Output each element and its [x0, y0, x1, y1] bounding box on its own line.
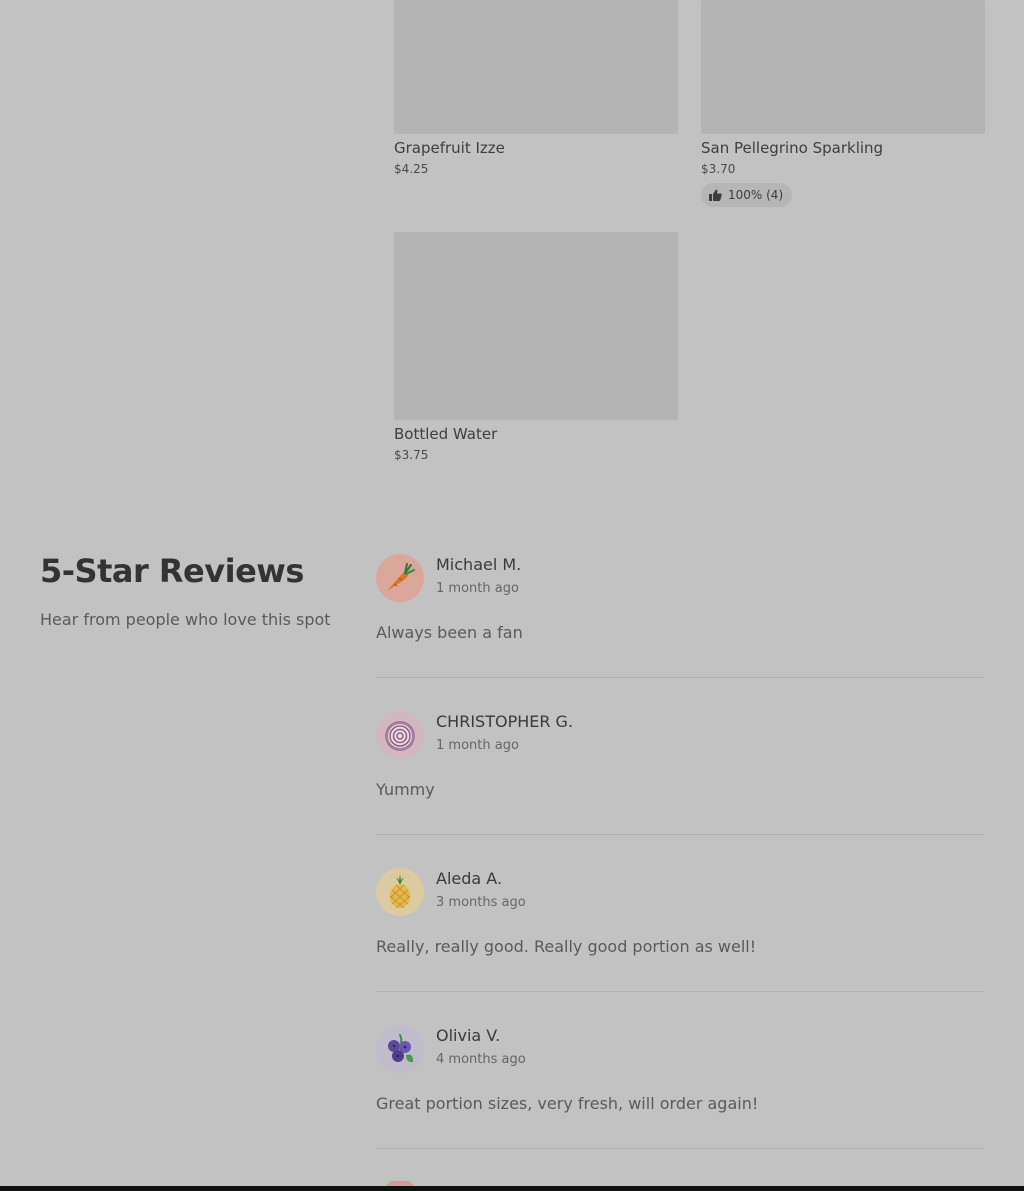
product-card-grapefruit-izze[interactable]: Grapefruit Izze $4.25: [394, 0, 678, 176]
review-item: Michael M. 1 month ago Always been a fan: [376, 554, 984, 711]
review-text: Really, really good. Really good portion…: [376, 937, 757, 956]
reviewer-name: Aleda A.: [436, 869, 503, 888]
avatar: [376, 554, 424, 602]
review-item: Aleda A. 3 months ago Really, really goo…: [376, 868, 984, 1025]
avatar: [376, 711, 424, 759]
review-item: CHRISTOPHER G. 1 month ago Yummy: [376, 711, 984, 868]
reviews-subtitle: Hear from people who love this spot: [40, 610, 331, 629]
divider: [376, 834, 984, 835]
review-text: Great portion sizes, very fresh, will or…: [376, 1094, 759, 1113]
divider: [376, 991, 984, 992]
avatar: [376, 868, 424, 916]
bottom-bar: [0, 1186, 1024, 1191]
reviewer-name: Olivia V.: [436, 1026, 501, 1045]
product-image[interactable]: [394, 232, 678, 420]
product-price: $3.75: [394, 448, 429, 462]
review-time: 1 month ago: [436, 581, 519, 596]
product-price: $3.70: [701, 162, 736, 176]
product-price: $4.25: [394, 162, 429, 176]
product-name: Grapefruit Izze: [394, 139, 505, 157]
thumbs-up-icon: [709, 189, 722, 201]
blueberry-icon: [388, 1034, 414, 1063]
product-card-san-pellegrino[interactable]: San Pellegrino Sparkling $3.70 100% (4): [701, 0, 985, 207]
avatar: [376, 1025, 424, 1073]
review-time: 3 months ago: [436, 895, 526, 910]
product-name: San Pellegrino Sparkling: [701, 139, 884, 157]
divider: [376, 1148, 984, 1149]
review-time: 1 month ago: [436, 738, 519, 753]
product-image[interactable]: [701, 0, 985, 134]
review-item: Olivia V. 4 months ago Great portion siz…: [376, 1025, 984, 1182]
review-time: 4 months ago: [436, 1052, 526, 1067]
product-name: Bottled Water: [394, 425, 498, 443]
rating-text: 100% (4): [728, 188, 784, 202]
review-text: Always been a fan: [376, 623, 523, 642]
product-image[interactable]: [394, 0, 678, 134]
onion-icon: [385, 721, 415, 751]
pineapple-icon: [389, 874, 411, 909]
divider: [376, 677, 984, 678]
reviews-title: 5-Star Reviews: [40, 552, 304, 590]
review-text: Yummy: [376, 780, 435, 799]
reviewer-name: CHRISTOPHER G.: [436, 712, 574, 731]
product-card-bottled-water[interactable]: Bottled Water $3.75: [394, 232, 678, 462]
carrot-icon: [387, 563, 416, 591]
rating-badge: 100% (4): [701, 183, 793, 207]
reviewer-name: Michael M.: [436, 555, 522, 574]
